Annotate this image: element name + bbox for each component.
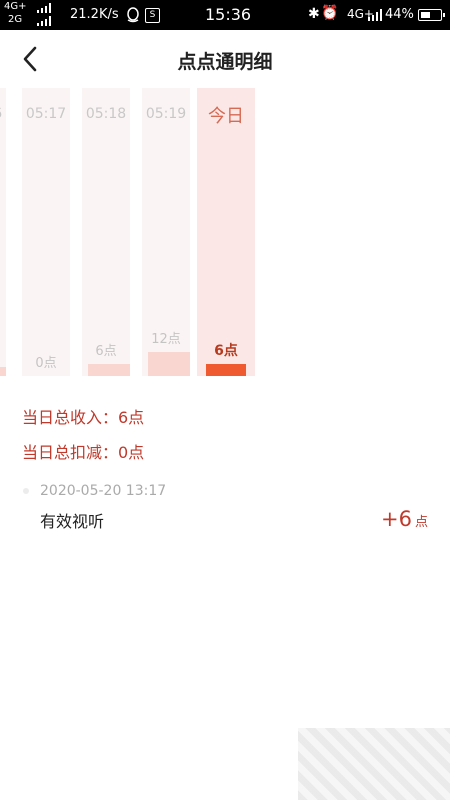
network-type-2: 2G xyxy=(8,14,23,25)
day-column-2[interactable]: 05:18 6点 xyxy=(82,88,130,376)
record-amount-value: +6 xyxy=(381,507,412,531)
day-column-3[interactable]: 05:19 12点 xyxy=(142,88,190,376)
network-type-1: 4G+ xyxy=(4,1,27,12)
day-column-4[interactable]: 今日 6点 xyxy=(197,88,255,376)
network-speed: 21.2K/s xyxy=(70,7,119,22)
day-date-label: 05:16 xyxy=(0,106,6,122)
day-bar xyxy=(148,352,190,376)
signal-icon-2 xyxy=(37,16,51,26)
status-bar: 4G+ 2G 21.2K/s S 15:36 ✱ ⏰ 4G+ 44% xyxy=(0,0,450,30)
day-date-label: 05:19 xyxy=(145,106,187,122)
day-column-0[interactable]: 05:16 xyxy=(0,88,6,376)
battery-percent: 44% xyxy=(385,7,414,22)
day-date-label: 05:18 xyxy=(85,106,127,122)
clock: 15:36 xyxy=(205,5,252,24)
timeline-dot xyxy=(23,488,29,494)
record-amount: +6 点 xyxy=(381,507,428,531)
record-amount-unit: 点 xyxy=(414,515,428,530)
blurred-watermark xyxy=(298,728,450,800)
qq-icon xyxy=(127,7,139,23)
day-bar xyxy=(206,364,246,376)
bluetooth-icon: ✱ xyxy=(308,6,320,22)
day-value-label: 12点 xyxy=(151,332,181,347)
daily-income: 当日总收入：6点 xyxy=(22,408,145,427)
daily-points-chart: 05:16 05:17 0点 05:18 6点 05:19 12点 今日 6点 xyxy=(0,88,450,380)
day-value-label: 0点 xyxy=(35,356,57,371)
day-bar xyxy=(88,364,130,376)
app-header: 点点通明细 xyxy=(0,30,450,88)
daily-deduction: 当日总扣减：0点 xyxy=(22,443,145,462)
day-date-label: 今日 xyxy=(208,106,244,127)
day-column-1[interactable]: 05:17 0点 xyxy=(22,88,70,376)
record-title: 有效视听 xyxy=(40,512,105,531)
app-notification-icon: S xyxy=(145,8,160,23)
battery-icon xyxy=(418,9,445,21)
day-date-label: 05:17 xyxy=(25,106,67,122)
signal-icon xyxy=(37,3,51,13)
day-value-label: 6点 xyxy=(95,344,117,359)
day-bar xyxy=(0,367,6,376)
signal-icon-3 xyxy=(368,9,382,21)
day-value-label: 6点 xyxy=(214,343,238,359)
record-time: 2020-05-20 13:17 xyxy=(40,483,167,499)
page-title: 点点通明细 xyxy=(177,51,273,73)
alarm-icon: ⏰ xyxy=(321,5,339,21)
